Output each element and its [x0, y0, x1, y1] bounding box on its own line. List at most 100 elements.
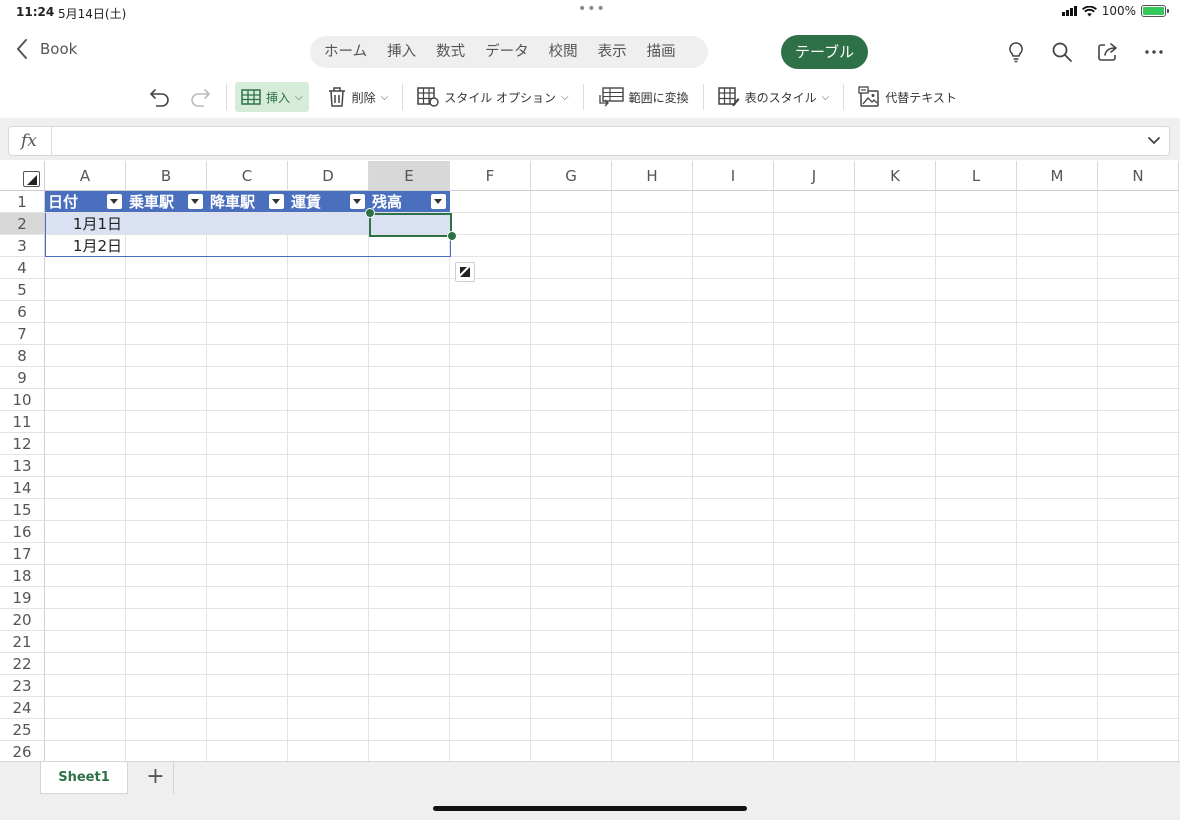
row-header-19[interactable]: 19: [0, 587, 45, 609]
row-header-25[interactable]: 25: [0, 719, 45, 741]
column-header-d[interactable]: D: [288, 161, 369, 191]
filter-dropdown-icon[interactable]: [431, 194, 446, 209]
tab-home[interactable]: ホーム: [314, 36, 377, 68]
home-indicator[interactable]: [433, 806, 747, 811]
column-header-c[interactable]: C: [207, 161, 288, 191]
filter-dropdown-icon[interactable]: [350, 194, 365, 209]
filter-dropdown-icon[interactable]: [188, 194, 203, 209]
row-header-23[interactable]: 23: [0, 675, 45, 697]
column-header-g[interactable]: G: [531, 161, 612, 191]
table-style-label: 表のスタイル: [744, 90, 817, 105]
lightbulb-icon[interactable]: [1004, 40, 1028, 64]
select-all-corner[interactable]: [0, 161, 45, 191]
filter-dropdown-icon[interactable]: [107, 194, 122, 209]
row-header-20[interactable]: 20: [0, 609, 45, 631]
chevron-down-icon[interactable]: [1147, 133, 1161, 147]
table-ribbon: 挿入 ⌵ 削除 ⌵ スタイル オプション ⌵ 範囲に変換 表のスタイル ⌵ 代替…: [0, 76, 1180, 118]
table-cell[interactable]: [207, 213, 288, 234]
table-cell[interactable]: 1月1日: [45, 213, 126, 234]
row-header-21[interactable]: 21: [0, 631, 45, 653]
row-header-16[interactable]: 16: [0, 521, 45, 543]
table-header-label: 日付: [48, 193, 79, 211]
table-cell[interactable]: [369, 235, 450, 256]
row-header-17[interactable]: 17: [0, 543, 45, 565]
share-icon[interactable]: [1096, 40, 1120, 64]
resize-icon: [460, 267, 470, 277]
sheet-tab-active[interactable]: Sheet1: [40, 762, 128, 794]
redo-button[interactable]: [182, 82, 218, 112]
row-header-22[interactable]: 22: [0, 653, 45, 675]
tab-insert[interactable]: 挿入: [377, 36, 426, 68]
convert-to-range-button[interactable]: 範囲に変換: [592, 82, 695, 112]
column-header-i[interactable]: I: [693, 161, 774, 191]
tab-draw[interactable]: 描画: [637, 36, 708, 68]
formula-bar[interactable]: fx: [8, 126, 1170, 156]
column-header-n[interactable]: N: [1098, 161, 1179, 191]
table-style-button[interactable]: 表のスタイル ⌵: [712, 82, 836, 112]
row-header-11[interactable]: 11: [0, 411, 45, 433]
status-bar: 11:24 5月14日(土) ••• 100%: [0, 0, 1180, 24]
row-header-8[interactable]: 8: [0, 345, 45, 367]
undo-button[interactable]: [142, 82, 178, 112]
row-header-14[interactable]: 14: [0, 477, 45, 499]
row-header-5[interactable]: 5: [0, 279, 45, 301]
multitasking-dots[interactable]: •••: [578, 1, 606, 17]
table-header-cell[interactable]: 残高: [369, 191, 450, 212]
selection-handle-bottom[interactable]: [447, 231, 457, 241]
tab-formulas[interactable]: 数式: [426, 36, 475, 68]
column-header-l[interactable]: L: [936, 161, 1017, 191]
row-header-12[interactable]: 12: [0, 433, 45, 455]
column-header-b[interactable]: B: [126, 161, 207, 191]
row-header-4[interactable]: 4: [0, 257, 45, 279]
table-cell[interactable]: 1月2日: [45, 235, 126, 256]
table-header-cell[interactable]: 降車駅: [207, 191, 288, 212]
spreadsheet-grid[interactable]: ABCDEFGHIJKLMN 1 2 3 4 5 6 7 8 9 10 11 12 13 14 15 16 17…: [0, 160, 1180, 761]
row-header-13[interactable]: 13: [0, 455, 45, 477]
column-header-m[interactable]: M: [1017, 161, 1098, 191]
fx-icon[interactable]: fx: [21, 131, 37, 151]
column-header-h[interactable]: H: [612, 161, 693, 191]
row-header-1[interactable]: 1: [0, 191, 45, 213]
ribbon-divider: [582, 84, 584, 110]
table-cell[interactable]: [126, 213, 207, 234]
search-icon[interactable]: [1050, 40, 1074, 64]
column-header-a[interactable]: A: [45, 161, 126, 191]
selection-handle-top[interactable]: [365, 208, 375, 218]
tab-view[interactable]: 表示: [588, 36, 637, 68]
table-cell[interactable]: [126, 235, 207, 256]
table-header-cell[interactable]: 日付: [45, 191, 126, 212]
style-options-button[interactable]: スタイル オプション ⌵: [411, 82, 574, 112]
tab-data[interactable]: データ: [475, 36, 539, 68]
back-button[interactable]: Book: [16, 38, 77, 60]
column-header-f[interactable]: F: [450, 161, 531, 191]
column-header-k[interactable]: K: [855, 161, 936, 191]
filter-dropdown-icon[interactable]: [269, 194, 284, 209]
row-header-18[interactable]: 18: [0, 565, 45, 587]
add-sheet-button[interactable]: +: [138, 762, 174, 794]
insert-table-rows-button[interactable]: 挿入 ⌵: [235, 82, 309, 112]
column-header-j[interactable]: J: [774, 161, 855, 191]
row-header-9[interactable]: 9: [0, 367, 45, 389]
table-cell[interactable]: [207, 235, 288, 256]
row-header-15[interactable]: 15: [0, 499, 45, 521]
tab-review[interactable]: 校閲: [539, 36, 588, 68]
tab-table[interactable]: テーブル: [781, 35, 869, 69]
more-icon[interactable]: [1142, 40, 1166, 64]
column-header-e[interactable]: E: [369, 161, 450, 191]
row-header-24[interactable]: 24: [0, 697, 45, 719]
table-header-cell[interactable]: 乗車駅: [126, 191, 207, 212]
alt-text-button[interactable]: 代替テキスト: [852, 82, 963, 112]
row-header-3[interactable]: 3: [0, 235, 45, 257]
chevron-down-icon: ⌵: [380, 91, 389, 103]
table-resize-handle[interactable]: [455, 262, 475, 282]
row-header-7[interactable]: 7: [0, 323, 45, 345]
row-header-26[interactable]: 26: [0, 741, 45, 761]
row-header-2[interactable]: 2: [0, 213, 45, 235]
row-header-6[interactable]: 6: [0, 301, 45, 323]
gridline-horizontal: [45, 388, 1180, 389]
table-cell[interactable]: [288, 235, 369, 256]
row-header-10[interactable]: 10: [0, 389, 45, 411]
delete-button[interactable]: 削除 ⌵: [321, 82, 395, 112]
table-header-cell[interactable]: 運賃: [288, 191, 369, 212]
table-cell[interactable]: [288, 213, 369, 234]
